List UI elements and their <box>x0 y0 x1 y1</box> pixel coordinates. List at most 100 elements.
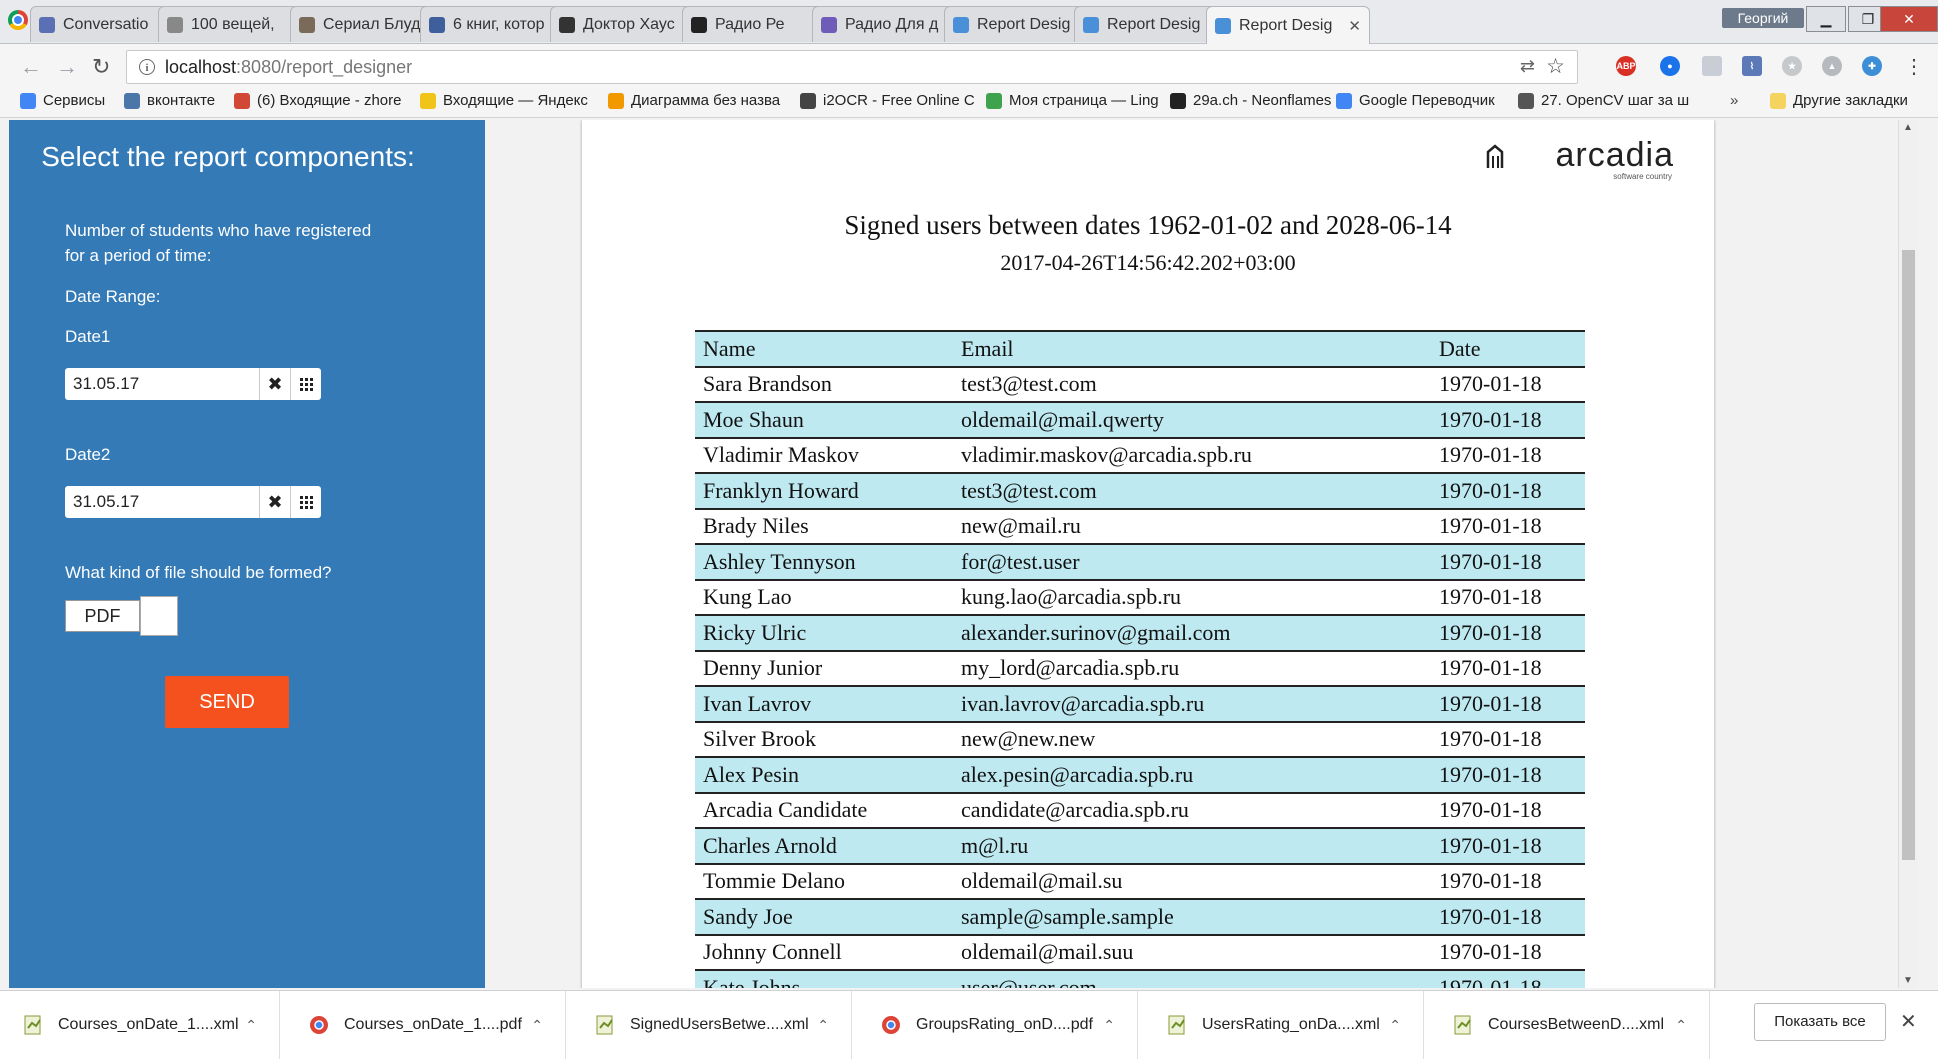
xml-file-icon <box>1166 1014 1188 1036</box>
cell-email: oldemail@mail.qwerty <box>953 402 1431 439</box>
filetype-selected-value[interactable]: PDF <box>65 600 140 632</box>
extension-icon[interactable]: ⌇ <box>1742 56 1762 76</box>
cell-date: 1970-01-18 <box>1431 934 1585 971</box>
bookmark-item[interactable]: (6) Входящие - zhore <box>234 92 401 109</box>
chevron-up-icon[interactable]: ⌃ <box>245 1017 257 1034</box>
other-bookmarks-folder[interactable]: Другие закладки <box>1770 92 1908 109</box>
tab-favicon-icon <box>559 16 575 33</box>
clear-date1-icon[interactable]: ✖ <box>259 368 290 400</box>
cell-date: 1970-01-18 <box>1431 650 1585 687</box>
xml-file-icon <box>594 1014 616 1036</box>
date-range-label: Date Range: <box>65 287 161 306</box>
filetype-select[interactable]: PDF <box>65 596 178 636</box>
cell-name: Sara Brandson <box>695 366 953 403</box>
download-filename: Courses_onDate_1....xml <box>58 1016 239 1033</box>
calendar-date1-icon[interactable] <box>290 368 321 400</box>
table-row: Brady Niles new@mail.ru 1970-01-18 <box>695 508 1585 545</box>
bookmark-item[interactable]: Моя страница — Ling <box>986 92 1159 109</box>
cell-name: Ricky Ulric <box>695 615 953 652</box>
cell-email: vladimir.maskov@arcadia.spb.ru <box>953 437 1431 474</box>
cell-date: 1970-01-18 <box>1431 473 1585 510</box>
extension-icon[interactable] <box>1702 56 1722 76</box>
scroll-thumb[interactable] <box>1902 250 1915 860</box>
download-item[interactable]: Courses_onDate_1....xml ⌃ <box>0 991 280 1059</box>
cell-name: Sandy Joe <box>695 899 953 936</box>
page-scrollbar[interactable]: ▲ ▼ <box>1898 120 1918 988</box>
forward-arrow-icon[interactable]: → <box>56 54 78 80</box>
table-row: Arcadia Candidate candidate@arcadia.spb.r… <box>695 792 1585 829</box>
table-row: Sandy Joe sample@sample.sample 1970-01-18 <box>695 899 1585 936</box>
download-item[interactable]: CoursesBetweenD....xml ⌃ <box>1430 991 1710 1059</box>
bookmark-item[interactable]: вконтакте <box>124 92 215 109</box>
bookmark-item[interactable]: 29a.ch - Neonflames <box>1170 92 1331 109</box>
close-window-button[interactable]: ✕ <box>1880 6 1938 32</box>
info-icon[interactable]: i <box>139 59 155 75</box>
column-header-name: Name <box>695 330 953 368</box>
bookmark-item[interactable]: Диаграмма без назва <box>608 92 780 109</box>
filetype-dropdown-toggle[interactable] <box>140 596 178 636</box>
send-button[interactable]: SEND <box>165 676 289 728</box>
cell-email: sample@sample.sample <box>953 899 1431 936</box>
report-timestamp: 2017-04-26T14:56:42.202+03:00 <box>1000 250 1296 275</box>
bookmark-star-icon[interactable]: ☆ <box>1546 54 1565 79</box>
cell-email: new@mail.ru <box>953 508 1431 545</box>
minimize-window-button[interactable]: ▁ <box>1806 6 1846 32</box>
profile-badge[interactable]: Георгий <box>1722 8 1804 28</box>
cell-date: 1970-01-18 <box>1431 615 1585 652</box>
show-all-downloads-button[interactable]: Показать все <box>1754 1003 1886 1041</box>
date2-label: Date2 <box>65 445 111 464</box>
clear-date2-icon[interactable]: ✖ <box>259 486 290 518</box>
chevron-up-icon[interactable]: ⌃ <box>1103 1017 1115 1034</box>
url-host: localhost <box>165 56 237 77</box>
bookmark-item[interactable]: Сервисы <box>20 92 105 109</box>
extension-icon[interactable]: ★ <box>1782 56 1802 76</box>
chevron-up-icon[interactable]: ⌃ <box>1675 1017 1687 1034</box>
bookmark-favicon-icon <box>608 92 624 109</box>
bookmark-item[interactable]: 27. OpenCV шаг за ш <box>1518 92 1689 109</box>
address-bar[interactable]: i localhost :8080/report_designer ⇄ ☆ <box>126 50 1578 84</box>
download-item[interactable]: Courses_onDate_1....pdf ⌃ <box>286 991 566 1059</box>
chevron-up-icon[interactable]: ⌃ <box>1389 1017 1401 1034</box>
download-item[interactable]: UsersRating_onDa....xml ⌃ <box>1144 991 1424 1059</box>
cell-name: Arcadia Candidate <box>695 792 953 829</box>
adblock-extension-icon[interactable]: ABP <box>1616 56 1636 76</box>
back-arrow-icon[interactable]: ← <box>20 54 42 80</box>
chevron-up-icon[interactable]: ⌃ <box>817 1017 829 1034</box>
bookmark-favicon-icon <box>124 92 140 109</box>
browser-tab[interactable]: Report Desig ✕ <box>1206 6 1370 45</box>
date2-picker: ✖ <box>65 486 321 518</box>
cell-name: Brady Niles <box>695 508 953 545</box>
download-filename: SignedUsersBetwe....xml <box>630 1016 809 1033</box>
cell-name: Vladimir Maskov <box>695 437 953 474</box>
tab-close-icon[interactable]: ✕ <box>1348 17 1361 35</box>
menu-dots-icon[interactable]: ⋮ <box>1904 54 1924 79</box>
xml-file-icon <box>1452 1014 1474 1036</box>
bookmark-item[interactable]: i2OCR - Free Online C <box>800 92 975 109</box>
date1-input[interactable] <box>65 368 259 400</box>
cell-date: 1970-01-18 <box>1431 721 1585 758</box>
pdf-file-icon <box>880 1014 902 1036</box>
bookmark-item[interactable]: Google Переводчик <box>1336 92 1495 109</box>
table-header-row: Name Email Date <box>695 330 1585 368</box>
calendar-date2-icon[interactable] <box>290 486 321 518</box>
table-row: Tommie Delano oldemail@mail.su 1970-01-18 <box>695 863 1585 900</box>
translate-icon[interactable]: ⇄ <box>1520 56 1535 77</box>
reload-icon[interactable]: ↻ <box>92 54 110 80</box>
download-item[interactable]: GroupsRating_onD....pdf ⌃ <box>858 991 1138 1059</box>
download-item[interactable]: SignedUsersBetwe....xml ⌃ <box>572 991 852 1059</box>
tab-title: Сериал Блуд <box>323 15 421 33</box>
extension-icon[interactable]: ▲ <box>1822 56 1842 76</box>
cell-date: 1970-01-18 <box>1431 970 1585 988</box>
extension-icon[interactable]: ✚ <box>1862 56 1882 76</box>
tab-title: Доктор Хаус <box>583 15 675 33</box>
close-downloads-icon[interactable]: ✕ <box>1900 1009 1917 1034</box>
extension-icon[interactable]: ● <box>1660 56 1680 76</box>
bookmarks-overflow-chevron[interactable]: » <box>1730 92 1738 109</box>
bookmark-item[interactable]: Входящие — Яндекс <box>420 92 588 109</box>
cell-date: 1970-01-18 <box>1431 544 1585 581</box>
scroll-up-arrow-icon[interactable]: ▲ <box>1903 122 1913 133</box>
chevron-up-icon[interactable]: ⌃ <box>531 1017 543 1034</box>
column-header-email: Email <box>953 330 1431 368</box>
scroll-down-arrow-icon[interactable]: ▼ <box>1903 975 1913 986</box>
date2-input[interactable] <box>65 486 259 518</box>
